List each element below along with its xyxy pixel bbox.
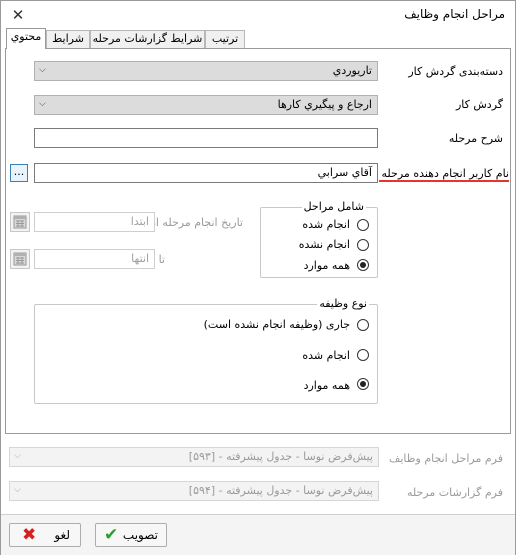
stage-done-label: انجام شده	[302, 218, 350, 231]
stage-not-done-label: انجام نشده	[298, 238, 350, 251]
tab-order[interactable]: ترتيب	[205, 30, 245, 48]
report-form-label: فرم گزارشات مرحله	[406, 486, 503, 499]
dialog-window: ✕ مراحل انجام وظايف محتوي شرايط شرايط گز…	[0, 0, 516, 555]
task-all-radio[interactable]	[357, 378, 369, 390]
stage-all-label: همه موارد	[303, 259, 350, 272]
tab-stage-report-conditions-label: شرايط گزارشات مرحله	[92, 32, 203, 45]
stage-user-value: آقاي سرابي	[317, 166, 372, 179]
tab-content-label: محتوي	[10, 30, 42, 43]
date-to-input[interactable]: انتها	[34, 249, 155, 269]
chevron-down-icon: ⌵	[14, 451, 21, 461]
tab-order-label: ترتيب	[211, 32, 239, 45]
workflow-category-select[interactable]: ⌵ تاريوردي	[34, 61, 378, 81]
task-done-radio[interactable]	[357, 349, 369, 361]
stage-description-input[interactable]	[34, 128, 378, 148]
calendar-icon	[13, 215, 27, 229]
stage-not-done-radio[interactable]	[357, 239, 369, 251]
report-form-select[interactable]: ⌵ پيش‌فرض نوسا - جدول پيشرفته - [۵۹۴]	[9, 481, 379, 501]
stage-form-value: پيش‌فرض نوسا - جدول پيشرفته - [۵۹۳]	[188, 450, 373, 463]
stage-done-radio[interactable]	[357, 219, 369, 231]
date-to-placeholder: انتها	[131, 252, 149, 265]
task-current-radio[interactable]	[357, 319, 369, 331]
tab-content[interactable]: محتوي	[6, 28, 46, 49]
date-from-label: تاريخ انجام مرحله از	[150, 216, 243, 229]
tab-stage-report-conditions[interactable]: شرايط گزارشات مرحله	[90, 30, 205, 48]
button-bar: لغو ✖ تصويب ✔	[1, 514, 515, 555]
ok-label: تصويب	[122, 528, 158, 542]
stage-all-radio[interactable]	[357, 259, 369, 271]
chevron-down-icon: ⌵	[14, 485, 21, 495]
checkmark-icon: ✔	[104, 525, 119, 545]
stage-user-input[interactable]: آقاي سرابي	[34, 163, 378, 183]
workflow-category-value: تاريوردي	[332, 64, 372, 77]
stage-description-label: شرح مرحله	[448, 132, 503, 145]
tab-conditions[interactable]: شرايط	[46, 30, 90, 48]
cancel-label: لغو	[54, 528, 70, 542]
task-done-label: انجام شده	[302, 349, 350, 362]
x-icon: ✖	[22, 525, 37, 545]
calendar-icon	[13, 252, 27, 266]
stage-form-select[interactable]: ⌵ پيش‌فرض نوسا - جدول پيشرفته - [۵۹۳]	[9, 447, 379, 467]
stage-form-label: فرم مراحل انجام وظايف	[388, 452, 503, 465]
ok-button[interactable]: تصويب ✔	[95, 523, 167, 547]
task-type-legend: نوع وظيفه	[317, 297, 369, 310]
task-current-label: جاری (وظيفه انجام نشده است)	[203, 318, 350, 331]
browse-user-button[interactable]: ...	[10, 164, 28, 182]
tab-conditions-label: شرايط	[52, 32, 84, 45]
highlight-underline	[379, 180, 509, 182]
date-from-calendar-button[interactable]	[10, 212, 30, 232]
task-all-label: همه موارد	[303, 379, 350, 392]
chevron-down-icon: ⌵	[39, 99, 46, 109]
workflow-select[interactable]: ⌵ ارجاع و پيگيري کارها	[34, 95, 378, 115]
close-icon[interactable]: ✕	[7, 5, 29, 25]
cancel-button[interactable]: لغو ✖	[9, 523, 81, 547]
workflow-value: ارجاع و پيگيري کارها	[277, 98, 372, 111]
date-to-calendar-button[interactable]	[10, 249, 30, 269]
title-bar: ✕ مراحل انجام وظايف	[1, 1, 515, 29]
workflow-category-label: دسته‌بندی گردش کار	[408, 65, 503, 78]
chevron-down-icon: ⌵	[39, 65, 46, 75]
date-from-placeholder: ابتدا	[130, 215, 149, 228]
report-form-value: پيش‌فرض نوسا - جدول پيشرفته - [۵۹۴]	[188, 484, 373, 497]
workflow-label: گردش کار	[455, 98, 503, 111]
date-to-label: تا	[158, 253, 165, 266]
date-from-input[interactable]: ابتدا	[34, 212, 155, 232]
stage-user-label: نام کاربر انجام دهنده مرحله	[381, 167, 509, 180]
window-title: مراحل انجام وظايف	[404, 7, 505, 21]
stage-status-legend: شامل مراحل	[301, 200, 366, 213]
